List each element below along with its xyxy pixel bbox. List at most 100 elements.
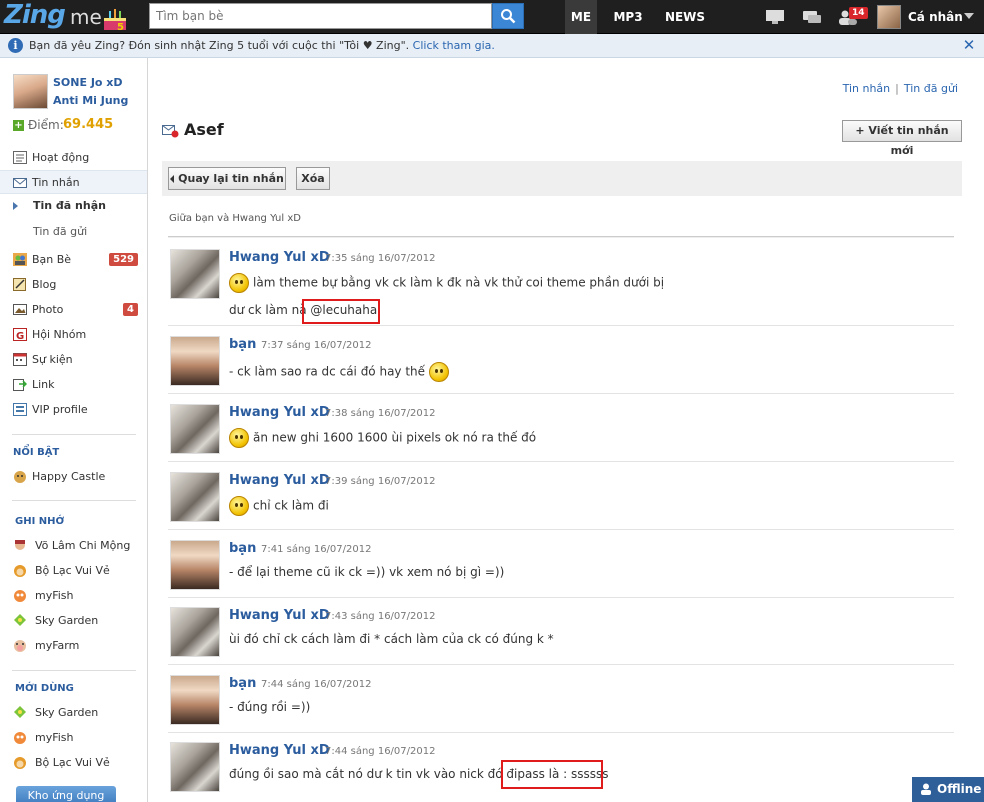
saved-item-myfarm[interactable]: myFarm: [0, 634, 147, 658]
tab-me[interactable]: ME: [565, 0, 597, 34]
message-text: - để lại theme cũ ik ck =)) vk xem nó bị…: [229, 565, 505, 579]
sender-name[interactable]: bạn: [229, 337, 256, 352]
message-body-line1: ăn new ghi 1600 1600 ùi pixels ok nó ra …: [229, 428, 536, 448]
message-top-links: Tin nhắn | Tin đã gửi: [843, 82, 958, 95]
friend-search-box: [149, 3, 492, 29]
message-text: đúng ồi sao mà cắt nó dư k tin vk vào ni…: [229, 767, 518, 781]
back-to-messages-button[interactable]: Quay lại tin nhắn: [168, 167, 286, 190]
message-time: 7:44 sáng 16/07/2012: [261, 679, 372, 690]
message-body-line1: ùi đó chỉ ck cách làm đi * cách làm của …: [229, 632, 554, 646]
arrow-left-icon: [170, 175, 175, 183]
message-text: làm theme bự bằng vk ck làm k đk nà vk t…: [253, 275, 665, 290]
sidebar-item-vip[interactable]: VIP profile: [0, 398, 147, 422]
tab-news[interactable]: NEWS: [660, 0, 710, 34]
page-title: Asef: [184, 120, 224, 139]
sidebar-item-label: myFish: [35, 731, 74, 744]
delete-button[interactable]: Xóa: [296, 167, 330, 190]
avatar[interactable]: [170, 607, 220, 657]
sidebar-item-label: Happy Castle: [32, 470, 106, 483]
sender-name[interactable]: Hwang Yul xD: [229, 608, 330, 623]
notice-link[interactable]: Click tham gia.: [413, 39, 495, 52]
link-sent[interactable]: Tin đã gửi: [904, 82, 958, 95]
avatar[interactable]: [170, 742, 220, 792]
link-icon: [13, 379, 27, 391]
divider: [168, 236, 954, 238]
sidebar-item-activity[interactable]: Hoạt động: [0, 146, 147, 170]
myfish-icon: [14, 590, 26, 602]
sender-name[interactable]: Hwang Yul xD: [229, 743, 330, 758]
message-time: 7:37 sáng 16/07/2012: [261, 340, 372, 351]
sender-name[interactable]: Hwang Yul xD: [229, 250, 330, 265]
sidebar-sub-label: Tin đã gửi: [33, 225, 88, 238]
avatar[interactable]: [170, 404, 220, 454]
sender-name[interactable]: Hwang Yul xD: [229, 473, 330, 488]
avatar[interactable]: [170, 540, 220, 590]
avatar[interactable]: [170, 675, 220, 725]
sidebar-item-photo[interactable]: Photo 4: [0, 298, 147, 322]
emoji-icon: [428, 362, 449, 382]
profile-avatar[interactable]: [13, 74, 48, 109]
notice-message: Bạn đã yêu Zing? Đón sinh nhật Zing 5 tu…: [29, 39, 410, 52]
close-icon[interactable]: ✕: [960, 36, 978, 54]
sender-name[interactable]: bạn: [229, 676, 256, 691]
info-icon: i: [8, 38, 23, 53]
chat-icon[interactable]: [802, 9, 822, 25]
back-button-label: Quay lại tin nhắn: [178, 172, 284, 185]
saved-item-bo-lac[interactable]: Bộ Lạc Vui Vẻ: [0, 559, 147, 583]
featured-item-happy-castle[interactable]: Happy Castle: [0, 465, 147, 489]
saved-item-myfish[interactable]: myFish: [0, 584, 147, 608]
avatar[interactable]: [170, 336, 220, 386]
left-sidebar: SONE Jo xD Anti Mi Jung + Điểm: 69.445 H…: [0, 58, 148, 802]
divider: [12, 500, 136, 501]
search-button[interactable]: [492, 3, 524, 29]
photo-count-badge: 4: [123, 303, 138, 316]
divider: [12, 434, 136, 435]
chat-status-button[interactable]: Offline: [912, 777, 984, 802]
new-message-button[interactable]: + Viết tin nhắn mới: [842, 120, 962, 157]
sidebar-item-label: Bạn Bè: [32, 253, 72, 266]
profile-name[interactable]: SONE Jo xD: [53, 76, 123, 89]
sidebar-item-groups[interactable]: G Hội Nhóm: [0, 323, 147, 347]
sidebar-item-received[interactable]: Tin đã nhận: [0, 194, 147, 218]
message-item: Hwang Yul xD 7:43 sáng 16/07/2012 ùi đó …: [168, 607, 954, 665]
sidebar-item-label: Bộ Lạc Vui Vẻ: [35, 756, 110, 769]
message-item: Hwang Yul xD 7:44 sáng 16/07/2012 đúng ồ…: [168, 742, 954, 800]
tab-mp3[interactable]: MP3: [606, 0, 650, 34]
new-item-myfish[interactable]: myFish: [0, 726, 147, 750]
friend-search-input[interactable]: [150, 4, 491, 28]
message-body-line1: - ck làm sao ra dc cái đó hay thế: [229, 362, 453, 382]
saved-item-sky-garden[interactable]: Sky Garden: [0, 609, 147, 633]
emoji-icon: [229, 496, 249, 516]
avatar[interactable]: [170, 472, 220, 522]
monitor-icon[interactable]: [765, 9, 785, 25]
sidebar-item-events[interactable]: Sự kiện: [0, 348, 147, 372]
sidebar-item-blog[interactable]: Blog: [0, 273, 147, 297]
sender-name[interactable]: Hwang Yul xD: [229, 405, 330, 420]
saved-item-vo-lam[interactable]: Võ Lâm Chi Mộng: [0, 534, 147, 558]
sidebar-item-label: myFish: [35, 589, 74, 602]
app-store-button[interactable]: Kho ứng dụng: [16, 786, 116, 802]
myfarm-icon: [14, 640, 26, 652]
message-item: bạn 7:44 sáng 16/07/2012 - đúng rồi =)): [168, 675, 954, 733]
notification-badge: 14: [849, 7, 868, 19]
sidebar-item-sent[interactable]: Tin đã gửi: [0, 220, 147, 244]
photo-icon: [13, 304, 27, 315]
message-item: bạn 7:41 sáng 16/07/2012 - để lại theme …: [168, 540, 954, 598]
sender-name[interactable]: bạn: [229, 541, 256, 556]
user-avatar-small[interactable]: [877, 5, 901, 29]
sidebar-item-friends[interactable]: Bạn Bè 529: [0, 248, 147, 272]
sidebar-item-link[interactable]: Link: [0, 373, 147, 397]
sidebar-item-messages[interactable]: Tin nhắn: [0, 170, 147, 194]
top-bar: Zing me 5 ME MP3 NEWS 14 Cá nhân: [0, 0, 984, 34]
chevron-down-icon[interactable]: [964, 13, 974, 20]
avatar[interactable]: [170, 249, 220, 299]
message-text: chỉ ck làm đi: [253, 498, 329, 513]
svg-text:G: G: [16, 331, 24, 341]
arrow-right-icon: [13, 202, 18, 210]
envelope-icon: [13, 178, 27, 188]
link-inbox[interactable]: Tin nhắn: [843, 82, 891, 95]
profile-menu-label[interactable]: Cá nhân: [908, 0, 963, 34]
profile-subname[interactable]: Anti Mi Jung: [53, 94, 128, 107]
new-item-sky-garden[interactable]: Sky Garden: [0, 701, 147, 725]
new-item-bo-lac[interactable]: Bộ Lạc Vui Vẻ: [0, 751, 147, 775]
